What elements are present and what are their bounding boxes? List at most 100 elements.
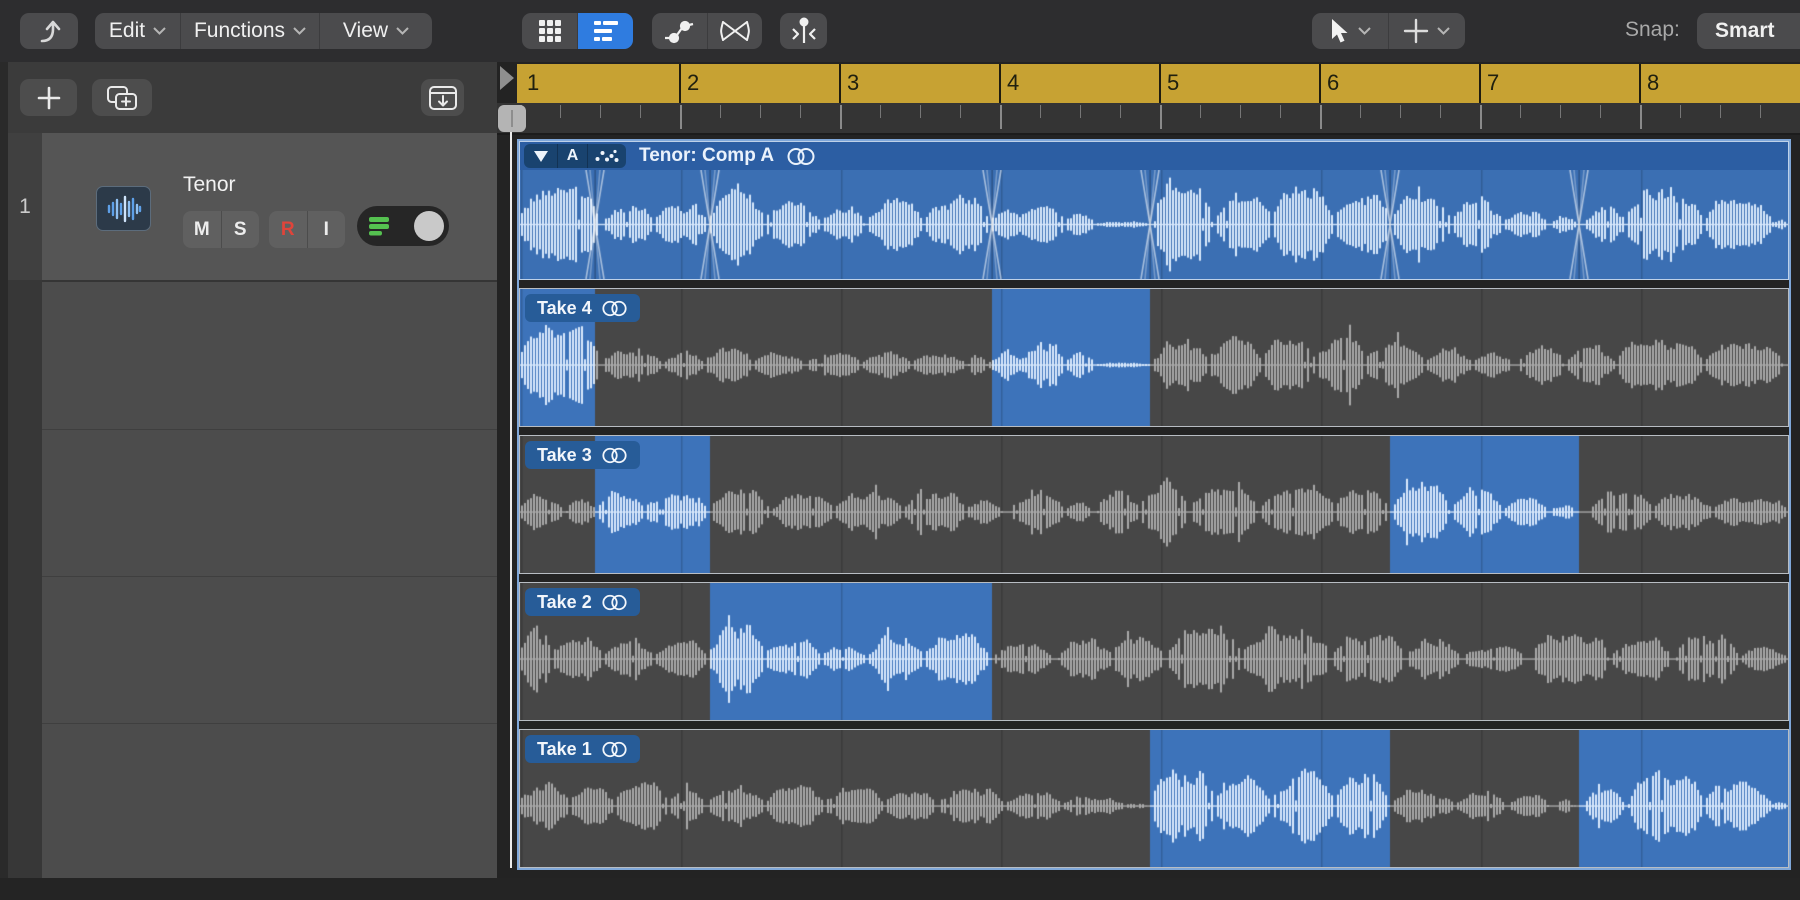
track-name[interactable]: Tenor xyxy=(183,173,236,197)
take-name: Take 4 xyxy=(537,298,592,319)
track-header-toolbar xyxy=(0,62,497,134)
take-label[interactable]: Take 3 xyxy=(525,441,640,469)
ruler-tick xyxy=(920,105,921,118)
take-label[interactable]: Take 2 xyxy=(525,588,640,616)
ruler-tick xyxy=(1320,105,1322,129)
mute-solo-group: M S xyxy=(183,211,259,248)
window-left-edge xyxy=(0,62,8,900)
record-enable-button[interactable]: R xyxy=(269,211,307,248)
take-lane-4[interactable]: Take 4 xyxy=(519,288,1789,427)
track-lanes-icon xyxy=(593,20,619,42)
disclosure-triangle-icon[interactable] xyxy=(524,144,557,168)
audio-track-icon xyxy=(96,186,151,231)
ruler-tick xyxy=(1560,105,1561,118)
toggle-knob[interactable] xyxy=(414,211,444,241)
edit-menu-button[interactable]: Edit xyxy=(95,13,180,49)
track-header-import-button[interactable] xyxy=(421,79,464,116)
grid-view-button[interactable] xyxy=(522,13,577,49)
track-header-tenor[interactable]: Tenor M S R I xyxy=(42,133,497,282)
flex-button[interactable] xyxy=(780,13,827,49)
pointer-tool-icon xyxy=(1328,18,1350,44)
ruler-bar-number: 3 xyxy=(847,70,859,96)
stereo-circles-icon xyxy=(601,300,628,317)
stereo-circles-icon xyxy=(601,447,628,464)
chevron-down-icon xyxy=(153,27,166,35)
ruler-tick xyxy=(560,105,561,118)
comp-region-title: Tenor: Comp A xyxy=(639,145,774,167)
comp-region-tenor-comp-a[interactable]: A Tenor: Comp A xyxy=(519,141,1789,280)
chevron-down-icon xyxy=(1437,27,1450,35)
take-name: Take 3 xyxy=(537,445,592,466)
comp-header-controls: A xyxy=(524,144,626,168)
track-number: 1 xyxy=(19,195,31,219)
ruler-tick xyxy=(1000,105,1002,129)
track-number-column xyxy=(8,280,42,878)
view-menu-button[interactable]: View xyxy=(319,13,432,49)
ruler-tick xyxy=(1080,105,1081,118)
ruler-tick xyxy=(1400,105,1401,118)
ruler-tick xyxy=(1040,105,1041,118)
functions-menu-button[interactable]: Functions xyxy=(180,13,319,49)
ruler-tick xyxy=(680,105,682,129)
take-lane-1[interactable]: Take 1 xyxy=(519,729,1789,868)
ruler-bar-line xyxy=(839,64,841,103)
level-meter-icon xyxy=(369,216,395,236)
ruler-tick xyxy=(1520,105,1521,118)
ruler-tick xyxy=(880,105,881,118)
track-list-empty-area xyxy=(42,282,497,878)
ruler-tick-strip[interactable] xyxy=(497,103,1800,135)
ruler-tick xyxy=(960,105,961,118)
snap-value-label: Smart xyxy=(1715,19,1775,43)
logic-pro-tracks-area: { "toolbar": { "menus": [ {"label":"Edit… xyxy=(0,0,1800,900)
automation-button[interactable] xyxy=(652,13,707,49)
ruler-tick xyxy=(1760,105,1761,118)
track-lanes-view-button[interactable] xyxy=(577,13,633,49)
ruler-tick xyxy=(1720,105,1721,118)
ruler-bar-line xyxy=(1479,64,1481,103)
comp-group-button[interactable]: A xyxy=(557,144,587,168)
ruler-tick xyxy=(1280,105,1281,118)
edit-menu-label: Edit xyxy=(109,19,145,43)
bar-ruler[interactable]: 12345678 xyxy=(517,64,1800,103)
take-label[interactable]: Take 4 xyxy=(525,294,640,322)
ruler-tick xyxy=(800,105,801,118)
comp-dots-icon[interactable] xyxy=(587,144,626,168)
take-lane-2[interactable]: Take 2 xyxy=(519,582,1789,721)
take-label[interactable]: Take 1 xyxy=(525,735,640,763)
ruler-tick xyxy=(1360,105,1361,118)
menu-group: Edit Functions View xyxy=(95,13,432,49)
snap-label: Snap: xyxy=(1625,18,1680,42)
ruler-bar-number: 4 xyxy=(1007,70,1019,96)
ruler-bar-line xyxy=(1639,64,1641,103)
automation-icon xyxy=(664,16,694,46)
ruler-tick xyxy=(720,105,721,118)
ruler-tick xyxy=(1200,105,1201,118)
playhead-handle[interactable] xyxy=(498,105,526,132)
ruler-bar-line xyxy=(999,64,1001,103)
take-lane-3[interactable]: Take 3 xyxy=(519,435,1789,574)
ruler-tick xyxy=(1480,105,1482,129)
mute-button[interactable]: M xyxy=(183,211,221,248)
ruler-bar-number: 5 xyxy=(1167,70,1179,96)
snap-value-button[interactable]: Smart xyxy=(1697,13,1800,49)
ruler-bar-number: 1 xyxy=(527,70,539,96)
solo-button[interactable]: S xyxy=(221,211,260,248)
chevron-down-icon xyxy=(396,27,409,35)
ruler-bar-number: 2 xyxy=(687,70,699,96)
ruler-tick xyxy=(1640,105,1642,129)
ruler-tick xyxy=(1440,105,1441,118)
input-monitor-button[interactable]: I xyxy=(307,211,346,248)
go-up-button[interactable] xyxy=(20,13,78,49)
add-track-button[interactable] xyxy=(20,79,77,116)
crossfade-icon xyxy=(719,18,751,44)
ruler-bar-line xyxy=(1319,64,1321,103)
track-import-icon xyxy=(428,85,458,111)
playhead-line[interactable] xyxy=(510,132,512,868)
duplicate-track-button[interactable] xyxy=(92,79,152,116)
left-click-tool-button[interactable] xyxy=(1312,13,1388,49)
track-on-off-toggle[interactable] xyxy=(357,206,449,246)
ruler-bar-number: 6 xyxy=(1327,70,1339,96)
crossfade-button[interactable] xyxy=(707,13,763,49)
command-click-tool-button[interactable] xyxy=(1388,13,1466,49)
ruler-tick xyxy=(600,105,601,118)
